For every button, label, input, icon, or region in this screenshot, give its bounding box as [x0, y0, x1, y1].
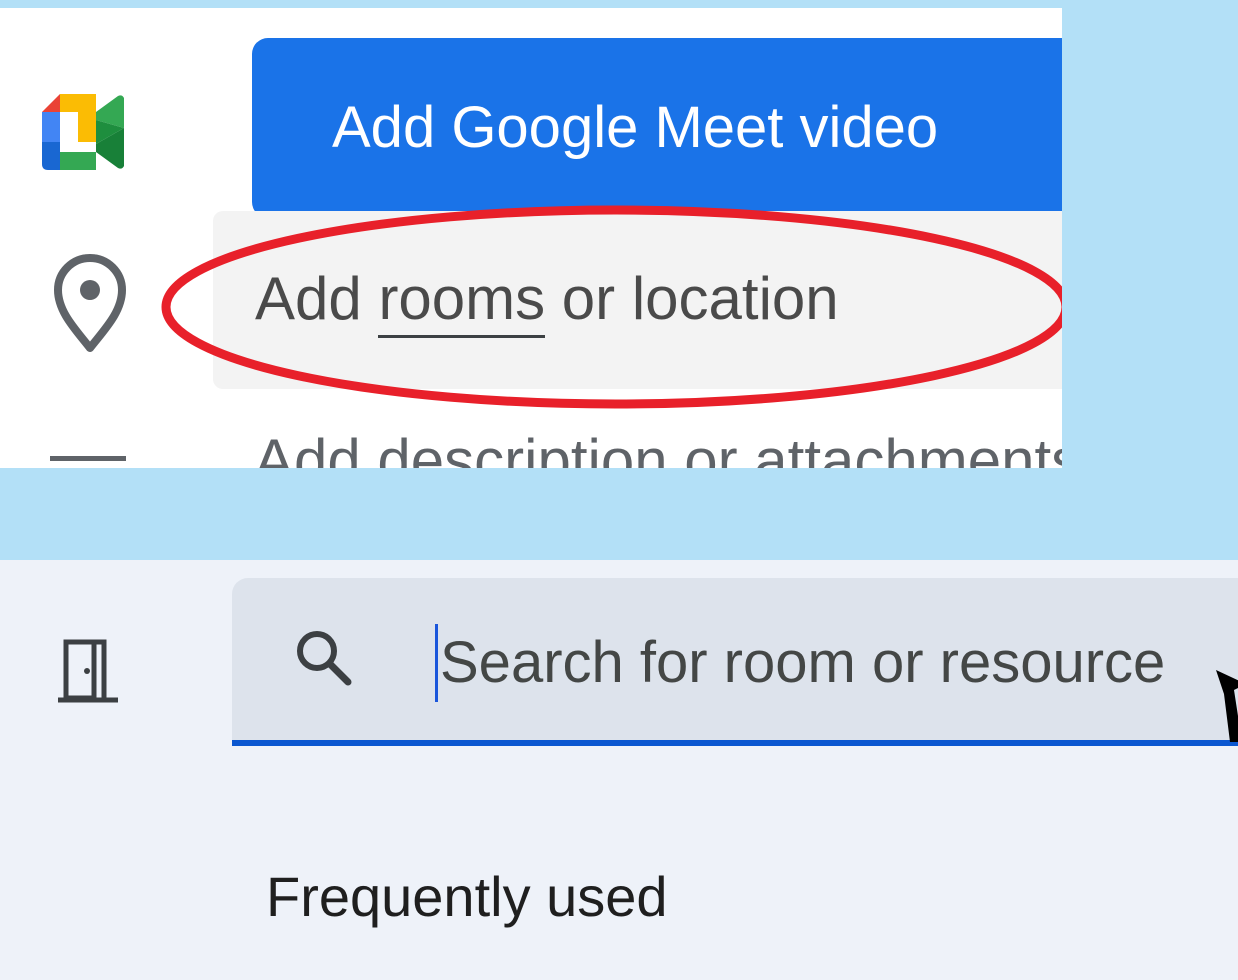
room-search-input[interactable]: [440, 614, 1238, 710]
event-details-panel: Add Google Meet video Add rooms or locat…: [0, 8, 1062, 468]
text-caret: [435, 624, 438, 702]
description-field[interactable]: Add description or attachments: [254, 426, 1062, 468]
location-placeholder: Add rooms or location: [255, 263, 839, 338]
room-search-box[interactable]: [232, 578, 1238, 746]
location-field[interactable]: Add rooms or location: [213, 211, 1062, 389]
location-underlined-word: rooms: [378, 263, 546, 338]
add-google-meet-button[interactable]: Add Google Meet video: [252, 38, 1062, 218]
frequently-used-heading: Frequently used: [266, 865, 668, 928]
location-prefix: Add: [255, 265, 379, 332]
google-meet-icon: [42, 94, 124, 170]
search-icon: [297, 631, 352, 686]
room-search-panel: Frequently used: [0, 560, 1238, 980]
location-pin-icon: [54, 254, 126, 352]
location-suffix: or location: [545, 265, 839, 332]
mouse-cursor-icon: [1216, 670, 1238, 742]
meeting-room-icon: [58, 639, 118, 703]
notes-icon: [50, 456, 126, 461]
